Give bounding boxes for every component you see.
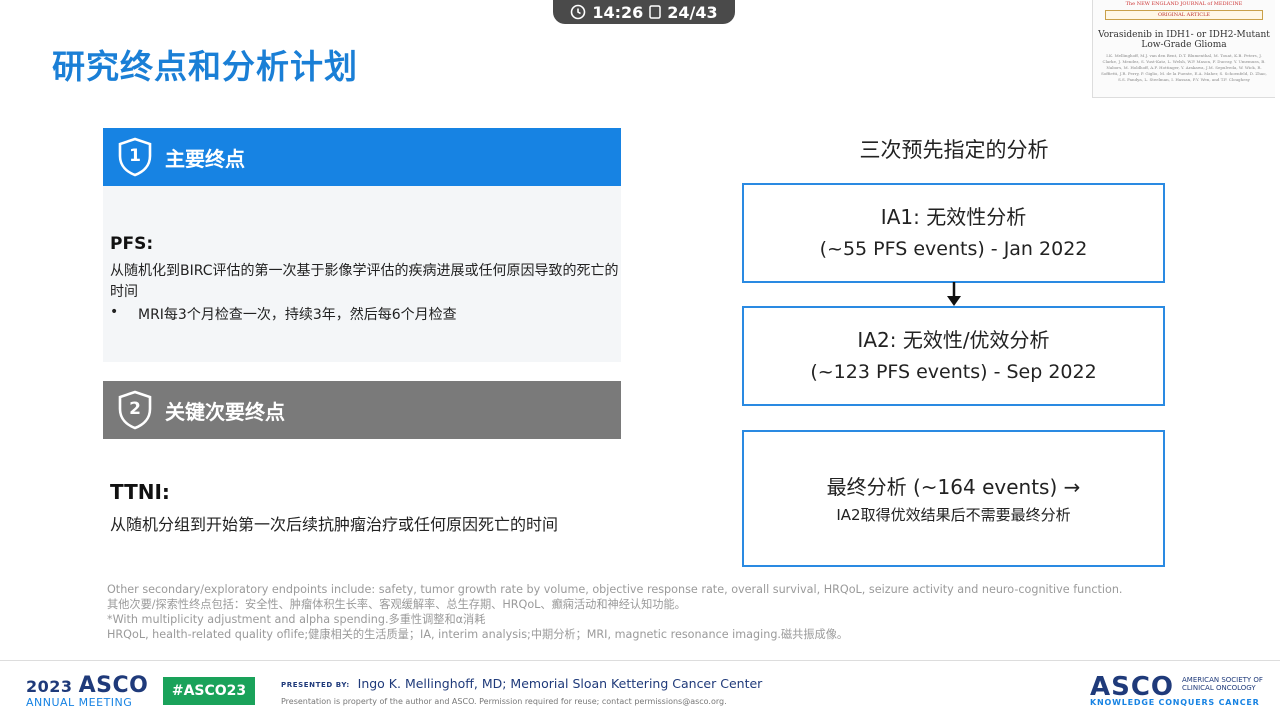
footnote-line: 其他次要/探索性终点包括：安全性、肿瘤体积生长率、客观缓解率、总生存期、HRQo… — [107, 598, 686, 611]
tagline: KNOWLEDGE CONQUERS CANCER — [1090, 698, 1260, 707]
footer-divider — [0, 660, 1280, 661]
hashtag-badge: #ASCO23 — [163, 677, 255, 705]
thumbnail-title: Vorasidenib in IDH1- or IDH2-Mutant Low-… — [1093, 30, 1275, 50]
presenter-name: Ingo K. Mellinghoff, MD; Memorial Sloan … — [357, 676, 763, 691]
ia2-events: (~123 PFS events) - Sep 2022 — [810, 361, 1097, 383]
pfs-bullet: • MRI每3个月检查一次，持续3年，然后每6个月检查 — [110, 304, 457, 324]
meeting-asco: ASCO — [78, 673, 149, 698]
reuse-notice: Presentation is property of the author a… — [281, 697, 727, 706]
status-page: 24/43 — [667, 2, 718, 22]
thumbnail-authors: I.K. Mellinghoff, M.J. van den Bent, D.T… — [1101, 53, 1267, 82]
footnotes: Other secondary/exploratory endpoints in… — [107, 582, 1167, 642]
secondary-endpoint-header: 2 关键次要终点 — [103, 381, 621, 439]
pfs-description: 从随机化到BIRC评估的第一次基于影像学评估的疾病进展或任何原因导致的死亡的时间 — [110, 263, 619, 300]
final-title: 最终分析 (~164 events) → — [826, 474, 1081, 499]
arrow-down-icon — [947, 282, 961, 306]
asco-annual-meeting-logo: 2023 ASCO ANNUAL MEETING — [26, 673, 148, 709]
clock-icon — [571, 4, 586, 20]
presented-by-label: PRESENTED BY: — [281, 680, 350, 689]
secondary-number: 2 — [129, 399, 141, 419]
status-pill: 14:26 24/43 — [553, 0, 735, 24]
pfs-bullet-text: MRI每3个月检查一次，持续3年，然后每6个月检查 — [138, 307, 457, 323]
status-time: 14:26 — [592, 2, 644, 22]
thumbnail-tag: ORIGINAL ARTICLE — [1105, 10, 1263, 20]
footnote-line: HRQoL, health-related quality oflife;健康相… — [107, 628, 849, 641]
page-icon — [649, 5, 662, 19]
secondary-header-label: 关键次要终点 — [165, 399, 285, 424]
bullet-marker: • — [110, 304, 119, 320]
analysis-box-ia2: IA2: 无效性/优效分析 (~123 PFS events) - Sep 20… — [742, 306, 1165, 406]
footnote-line: *With multiplicity adjustment and alpha … — [107, 613, 486, 626]
thumbnail-title-line1: Vorasidenib in IDH1- or IDH2-Mutant — [1098, 30, 1270, 40]
analysis-box-ia1: IA1: 无效性分析 (~55 PFS events) - Jan 2022 — [742, 183, 1165, 283]
ttni-description: 从随机分组到开始第一次后续抗肿瘤治疗或任何原因死亡的时间 — [110, 515, 559, 534]
footnote-line: Other secondary/exploratory endpoints in… — [107, 583, 1123, 596]
thumbnail-journal: The NEW ENGLAND JOURNAL of MEDICINE — [1125, 1, 1243, 7]
meeting-year: 2023 — [26, 677, 73, 696]
article-thumbnail: The NEW ENGLAND JOURNAL of MEDICINE ORIG… — [1092, 0, 1275, 98]
asco-society-logo: ASCO AMERICAN SOCIETY OF CLINICAL ONCOLO… — [1090, 672, 1263, 707]
society-name: AMERICAN SOCIETY OF CLINICAL ONCOLOGY — [1182, 676, 1263, 692]
primary-number: 1 — [129, 146, 141, 166]
flow-title: 三次预先指定的分析 — [859, 138, 1049, 162]
ttni-label: TTNI: — [110, 480, 170, 504]
analysis-box-final: 最终分析 (~164 events) → IA2取得优效结果后不需要最终分析 — [742, 430, 1165, 567]
primary-endpoint-header: 1 主要终点 — [103, 128, 621, 186]
presenter-line: PRESENTED BY: Ingo K. Mellinghoff, MD; M… — [281, 676, 762, 691]
page-title: 研究终点和分析计划 — [52, 47, 358, 86]
shield-icon: 2 — [117, 390, 153, 430]
ia1-title: IA1: 无效性分析 — [880, 205, 1027, 229]
thumbnail-title-line2: Low-Grade Glioma — [1141, 40, 1227, 50]
pfs-label: PFS: — [110, 234, 154, 254]
shield-icon: 1 — [117, 137, 153, 177]
ia1-events: (~55 PFS events) - Jan 2022 — [819, 238, 1088, 260]
final-note: IA2取得优效结果后不需要最终分析 — [836, 505, 1071, 524]
primary-header-label: 主要终点 — [165, 146, 245, 171]
ia2-title: IA2: 无效性/优效分析 — [857, 328, 1050, 352]
annual-meeting-label: ANNUAL MEETING — [26, 696, 133, 709]
